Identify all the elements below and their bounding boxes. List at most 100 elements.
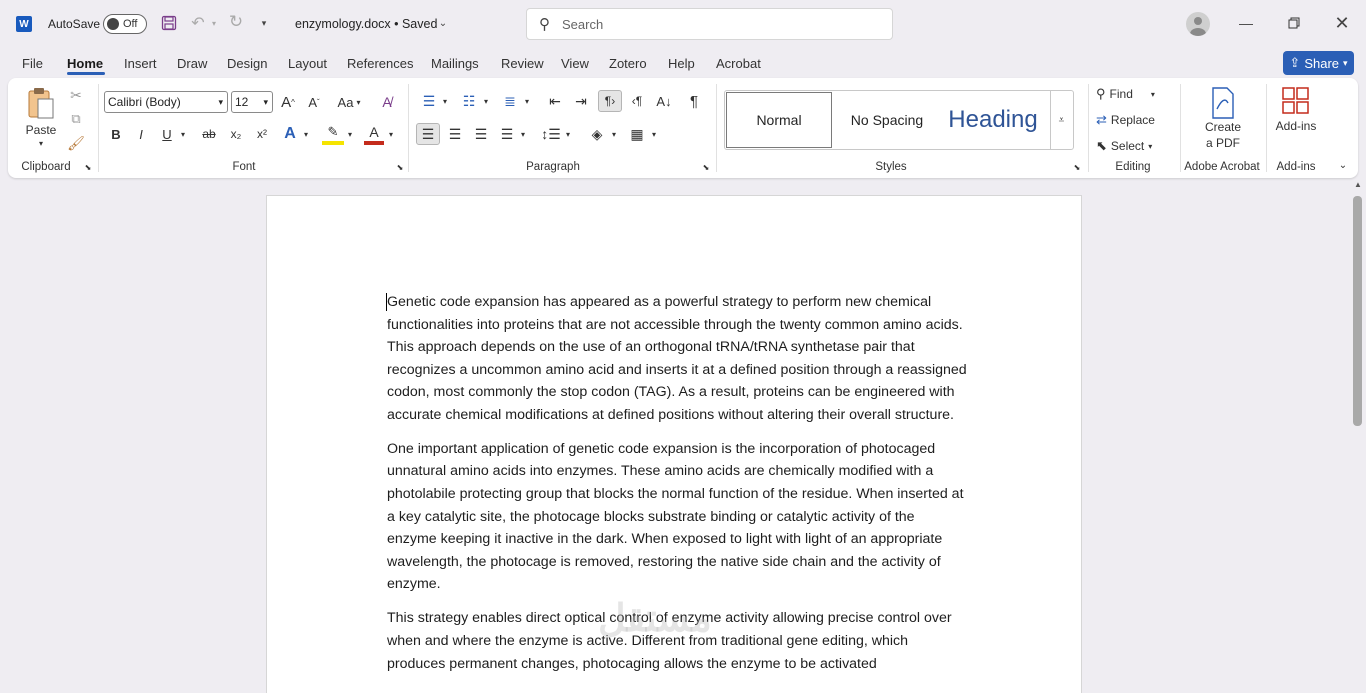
tab-acrobat[interactable]: Acrobat <box>716 56 761 71</box>
subscript-button[interactable]: x₂ <box>226 123 246 145</box>
find-button[interactable]: ⚲ Find ▾ <box>1096 84 1170 104</box>
find-icon: ⚲ <box>1096 86 1106 101</box>
show-marks-icon[interactable]: ¶ <box>683 90 705 112</box>
ribbon-collapse-icon[interactable]: ⌄ <box>1336 158 1350 172</box>
format-painter-icon[interactable]: 🖌 <box>66 134 86 152</box>
align-left-icon[interactable]: ☰ <box>416 123 440 145</box>
search-placeholder: Search <box>562 16 604 32</box>
tab-design[interactable]: Design <box>227 56 267 71</box>
change-case-button[interactable]: Aa ▾ <box>332 91 366 113</box>
chevron-down-icon[interactable]: ▾ <box>301 123 311 145</box>
paste-button[interactable]: Paste ▾ <box>22 84 60 150</box>
scroll-up-icon[interactable]: ▲ <box>1354 180 1364 192</box>
font-color-icon[interactable]: A <box>364 123 384 145</box>
redo-icon[interactable]: ↻ <box>226 12 246 31</box>
restore-icon[interactable] <box>1282 14 1306 32</box>
chevron-down-icon[interactable]: ▾ <box>440 90 450 112</box>
chevron-down-icon[interactable]: ▾ <box>649 123 659 145</box>
avatar[interactable] <box>1186 12 1210 36</box>
align-center-icon[interactable]: ☰ <box>444 123 466 145</box>
font-size-select[interactable]: 12 ▾ <box>231 91 273 113</box>
styles-more-button[interactable]: ⩡ <box>1050 91 1072 149</box>
search-box[interactable]: ⚲ Search <box>526 8 893 40</box>
copy-icon[interactable]: ⧉ <box>66 110 86 128</box>
share-button[interactable]: ⇪ Share ▾ <box>1283 51 1354 75</box>
increase-indent-icon[interactable]: ⇥ <box>570 90 592 112</box>
borders-icon[interactable]: ▦ <box>626 123 648 145</box>
chevron-down-icon[interactable]: ▾ <box>609 123 619 145</box>
tab-draw[interactable]: Draw <box>177 56 207 71</box>
undo-dropdown-icon[interactable]: ▾ <box>210 16 218 30</box>
bullets-icon[interactable]: ☰ <box>418 90 440 112</box>
sort-icon[interactable]: A↓ <box>653 90 675 112</box>
tab-view[interactable]: View <box>561 56 589 71</box>
autosave-toggle[interactable]: Off <box>103 14 147 34</box>
autosave-label: AutoSave <box>48 17 101 31</box>
shading-icon[interactable]: ◈ <box>586 123 608 145</box>
strikethrough-button[interactable]: ab <box>198 123 220 145</box>
chevron-down-icon[interactable]: ▾ <box>386 123 396 145</box>
line-spacing-icon[interactable]: ↕☰ <box>540 123 562 145</box>
tab-home[interactable]: Home <box>67 56 103 71</box>
font-group-label: Font <box>232 161 256 173</box>
tab-zotero[interactable]: Zotero <box>609 56 647 71</box>
save-icon[interactable] <box>160 14 178 32</box>
scrollbar-thumb[interactable] <box>1353 196 1362 426</box>
ltr-direction-icon[interactable]: ¶› <box>598 90 622 112</box>
chevron-down-icon[interactable]: ▾ <box>518 123 528 145</box>
tab-references[interactable]: References <box>347 56 413 71</box>
bold-button[interactable]: B <box>106 123 126 145</box>
document-title[interactable]: enzymology.docx • Saved <box>295 17 437 31</box>
clipboard-launcher-icon[interactable]: ⬊ <box>83 162 93 172</box>
chevron-down-icon[interactable]: ▾ <box>345 123 355 145</box>
paragraph-1[interactable]: Genetic code expansion has appeared as a… <box>387 291 967 427</box>
align-right-icon[interactable]: ☰ <box>470 123 492 145</box>
text-effects-icon[interactable]: A <box>280 123 300 145</box>
decrease-indent-icon[interactable]: ⇤ <box>544 90 566 112</box>
divider <box>716 84 717 172</box>
minimize-icon[interactable]: — <box>1234 14 1258 32</box>
chevron-down-icon[interactable]: ▾ <box>481 90 491 112</box>
underline-chevron-icon[interactable]: ▾ <box>178 123 188 145</box>
underline-button[interactable]: U <box>157 123 177 145</box>
numbering-icon[interactable]: ☷ <box>458 90 480 112</box>
tab-mailings[interactable]: Mailings <box>431 56 479 71</box>
replace-button[interactable]: ⇄ Replace <box>1096 110 1170 130</box>
tab-help[interactable]: Help <box>668 56 695 71</box>
paragraph-2[interactable]: One important application of genetic cod… <box>387 438 967 596</box>
create-pdf-line2: a PDF <box>1205 136 1240 150</box>
rtl-direction-icon[interactable]: ‹¶ <box>626 90 648 112</box>
highlight-icon[interactable]: ✎ <box>322 123 344 145</box>
paragraph-launcher-icon[interactable]: ⬊ <box>701 162 711 172</box>
tab-insert[interactable]: Insert <box>124 56 157 71</box>
undo-icon[interactable]: ↶ <box>188 14 208 32</box>
font-launcher-icon[interactable]: ⬊ <box>395 162 405 172</box>
title-chevron-down-icon[interactable]: ⌄ <box>437 16 449 30</box>
tab-layout[interactable]: Layout <box>288 56 327 71</box>
tab-review[interactable]: Review <box>501 56 544 71</box>
style-heading[interactable]: Heading <box>940 92 1046 148</box>
toggle-knob <box>107 18 119 30</box>
customize-toolbar-icon[interactable]: ▾ <box>258 16 270 30</box>
grow-font-icon[interactable]: A ^ <box>278 91 298 113</box>
select-button[interactable]: ⬉ Select ▾ <box>1096 136 1170 156</box>
chevron-down-icon[interactable]: ▾ <box>563 123 573 145</box>
chevron-down-icon: ▾ <box>356 97 361 107</box>
style-normal-label: Normal <box>756 112 802 128</box>
cut-icon[interactable]: ✂ <box>66 86 86 104</box>
style-normal[interactable]: Normal <box>726 92 832 148</box>
italic-button[interactable]: I <box>131 123 151 145</box>
close-icon[interactable]: ✕ <box>1330 12 1354 34</box>
add-ins-button[interactable]: Add-ins <box>1272 84 1320 136</box>
multilevel-list-icon[interactable]: ≣ <box>499 90 521 112</box>
shrink-font-icon[interactable]: Aˇ <box>304 91 324 113</box>
style-no-spacing[interactable]: No Spacing <box>834 92 940 148</box>
chevron-down-icon[interactable]: ▾ <box>522 90 532 112</box>
tab-file[interactable]: File <box>22 56 43 71</box>
clear-formatting-icon[interactable]: A̸ <box>376 91 398 113</box>
superscript-button[interactable]: x² <box>252 123 272 145</box>
styles-launcher-icon[interactable]: ⬊ <box>1072 162 1082 172</box>
create-pdf-button[interactable]: Create a PDF <box>1196 84 1250 154</box>
justify-icon[interactable]: ☰ <box>496 123 518 145</box>
font-name-select[interactable]: Calibri (Body) ▾ <box>104 91 228 113</box>
